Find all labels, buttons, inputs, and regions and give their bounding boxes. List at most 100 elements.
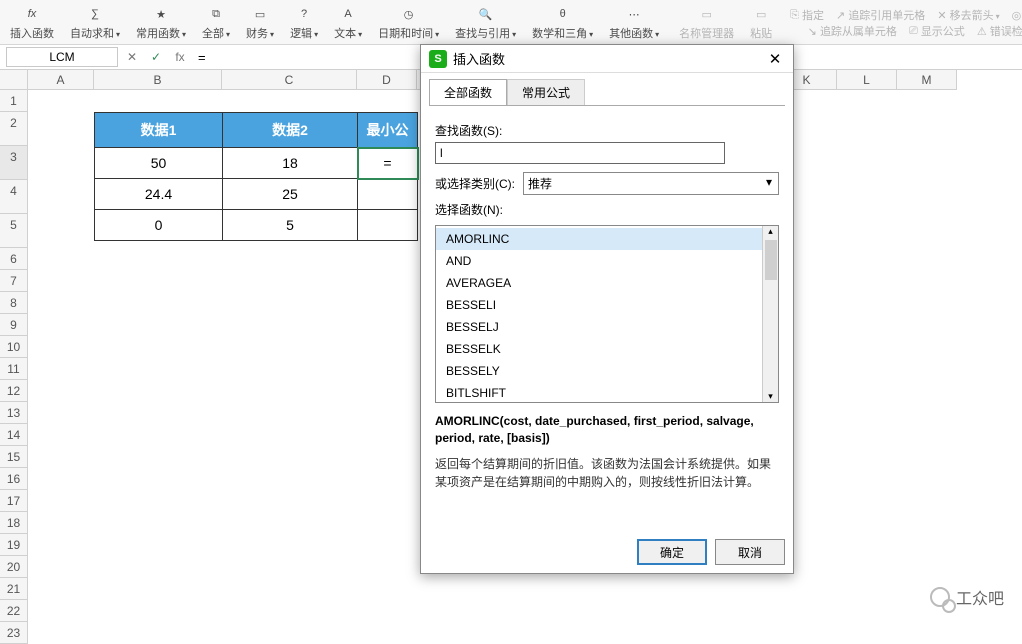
row-header-17[interactable]: 17 xyxy=(0,490,28,512)
col-header-B[interactable]: B xyxy=(94,70,222,90)
function-item-besselj[interactable]: BESSELJ xyxy=(436,316,762,338)
row-header-21[interactable]: 21 xyxy=(0,578,28,600)
row-header-18[interactable]: 18 xyxy=(0,512,28,534)
function-item-averagea[interactable]: AVERAGEA xyxy=(436,272,762,294)
select-all-corner[interactable] xyxy=(0,70,28,90)
remove-arrows-button[interactable]: ✕ 移去箭头 xyxy=(931,7,1005,23)
fx-bar-icon[interactable]: fx xyxy=(168,50,192,64)
cancel-button[interactable]: 取消 xyxy=(715,539,785,565)
cell-b4[interactable]: 24.4 xyxy=(95,179,223,210)
trace-precedents-button[interactable]: ↗ 追踪引用单元格 xyxy=(830,7,931,23)
datetime-button[interactable]: ◷日期和时间 xyxy=(370,2,447,44)
row-header-13[interactable]: 13 xyxy=(0,402,28,424)
tab-common-formulas[interactable]: 常用公式 xyxy=(507,79,585,105)
function-list: AMORLINCANDAVERAGEABESSELIBESSELJBESSELK… xyxy=(435,225,779,403)
arrow-down-icon: ↘ xyxy=(808,25,817,38)
wps-icon: S xyxy=(429,50,447,68)
tab-all-functions[interactable]: 全部函数 xyxy=(429,79,507,105)
name-manager-button[interactable]: ▭名称管理器 xyxy=(671,2,742,44)
star-icon: ★ xyxy=(156,5,166,23)
other-fn-button[interactable]: ⋯其他函数 xyxy=(601,2,667,44)
cancel-edit-icon[interactable]: ✕ xyxy=(120,50,144,64)
col-header-L[interactable]: L xyxy=(837,70,897,90)
assign-name-button[interactable]: ⎘ 指定 xyxy=(784,7,830,23)
clock-icon: ◷ xyxy=(404,5,414,23)
row-header-22[interactable]: 22 xyxy=(0,600,28,622)
trace-dependents-button[interactable]: ↘ 追踪从属单元格 xyxy=(802,23,903,39)
cell-d5[interactable] xyxy=(358,210,418,241)
table-row: 24.4 25 xyxy=(95,179,418,210)
row-header-6[interactable]: 6 xyxy=(0,248,28,270)
close-icon[interactable]: ✕ xyxy=(765,50,785,68)
row-header-11[interactable]: 11 xyxy=(0,358,28,380)
row-header-4[interactable]: 4 xyxy=(0,180,28,214)
col-header-D[interactable]: D xyxy=(357,70,417,90)
row-header-19[interactable]: 19 xyxy=(0,534,28,556)
row-header-20[interactable]: 20 xyxy=(0,556,28,578)
paste-icon: ▭ xyxy=(756,5,766,23)
common-fn-button[interactable]: ★常用函数 xyxy=(128,2,194,44)
cell-c4[interactable]: 25 xyxy=(223,179,358,210)
math-button[interactable]: θ数学和三角 xyxy=(524,2,601,44)
function-description: 返回每个结算期间的折旧值。该函数为法国会计系统提供。如果某项资产是在结算期间的中… xyxy=(435,455,779,491)
error-check-button[interactable]: ⚠ 错误检查 xyxy=(971,23,1022,39)
cell-c3[interactable]: 18 xyxy=(223,148,358,179)
all-fn-button[interactable]: ⧉全部 xyxy=(194,2,238,44)
search-icon: 🔍 xyxy=(479,5,493,23)
row-header-1[interactable]: 1 xyxy=(0,90,28,112)
select-fn-label: 选择函数(N): xyxy=(435,201,779,218)
row-header-3[interactable]: 3 xyxy=(0,146,28,180)
text-button[interactable]: A文本 xyxy=(326,2,370,44)
finance-button[interactable]: ▭财务 xyxy=(238,2,282,44)
name-box[interactable]: LCM xyxy=(6,47,118,67)
category-select[interactable]: 推荐 xyxy=(523,172,779,195)
confirm-edit-icon[interactable]: ✓ xyxy=(144,50,168,64)
function-item-besselk[interactable]: BESSELK xyxy=(436,338,762,360)
function-item-amorlinc[interactable]: AMORLINC xyxy=(436,228,762,250)
row-header-5[interactable]: 5 xyxy=(0,214,28,248)
function-item-bessely[interactable]: BESSELY xyxy=(436,360,762,382)
formula-eval-button[interactable]: ◎ 公式求值 xyxy=(1006,7,1022,23)
search-label: 查找函数(S): xyxy=(435,122,779,139)
show-formula-button[interactable]: ⎚ 显示公式 xyxy=(903,23,971,39)
insert-function-button[interactable]: fx插入函数 xyxy=(2,2,62,44)
logic-button[interactable]: ?逻辑 xyxy=(282,2,326,44)
search-function-input[interactable] xyxy=(435,142,725,164)
ok-button[interactable]: 确定 xyxy=(637,539,707,565)
scrollbar[interactable] xyxy=(762,226,778,402)
row-header-16[interactable]: 16 xyxy=(0,468,28,490)
row-header-2[interactable]: 2 xyxy=(0,112,28,146)
row-header-14[interactable]: 14 xyxy=(0,424,28,446)
link-icon: ⎘ xyxy=(790,9,799,22)
row-header-15[interactable]: 15 xyxy=(0,446,28,468)
row-header-10[interactable]: 10 xyxy=(0,336,28,358)
cell-d4[interactable] xyxy=(358,179,418,210)
question-icon: ? xyxy=(301,5,307,23)
wechat-icon xyxy=(930,587,950,607)
lookup-button[interactable]: 🔍查找与引用 xyxy=(447,2,524,44)
cell-d3-editing[interactable]: = xyxy=(358,148,418,179)
dialog-buttons: 确定 取消 xyxy=(421,531,793,573)
row-header-9[interactable]: 9 xyxy=(0,314,28,336)
function-item-bitlshift[interactable]: BITLSHIFT xyxy=(436,382,762,402)
cell-c5[interactable]: 5 xyxy=(223,210,358,241)
row-header-12[interactable]: 12 xyxy=(0,380,28,402)
function-item-and[interactable]: AND xyxy=(436,250,762,272)
cell-b5[interactable]: 0 xyxy=(95,210,223,241)
col-header-A[interactable]: A xyxy=(28,70,94,90)
col-header-M[interactable]: M xyxy=(897,70,957,90)
dots-icon: ⋯ xyxy=(629,5,640,23)
row-header-8[interactable]: 8 xyxy=(0,292,28,314)
paste-name-button[interactable]: ▭粘贴 xyxy=(742,2,780,44)
row-header-23[interactable]: 23 xyxy=(0,622,28,644)
row-header-7[interactable]: 7 xyxy=(0,270,28,292)
row-headers: 1234567891011121314151617181920212223 xyxy=(0,90,28,644)
dialog-tabs: 全部函数 常用公式 xyxy=(421,73,793,105)
cell-b3[interactable]: 50 xyxy=(95,148,223,179)
autosum-button[interactable]: ∑自动求和 xyxy=(62,2,128,44)
arrow-icon: ↗ xyxy=(836,9,845,22)
col-header-C[interactable]: C xyxy=(222,70,357,90)
function-item-besseli[interactable]: BESSELI xyxy=(436,294,762,316)
dialog-titlebar[interactable]: S 插入函数 ✕ xyxy=(421,45,793,73)
scrollbar-thumb[interactable] xyxy=(765,240,777,280)
